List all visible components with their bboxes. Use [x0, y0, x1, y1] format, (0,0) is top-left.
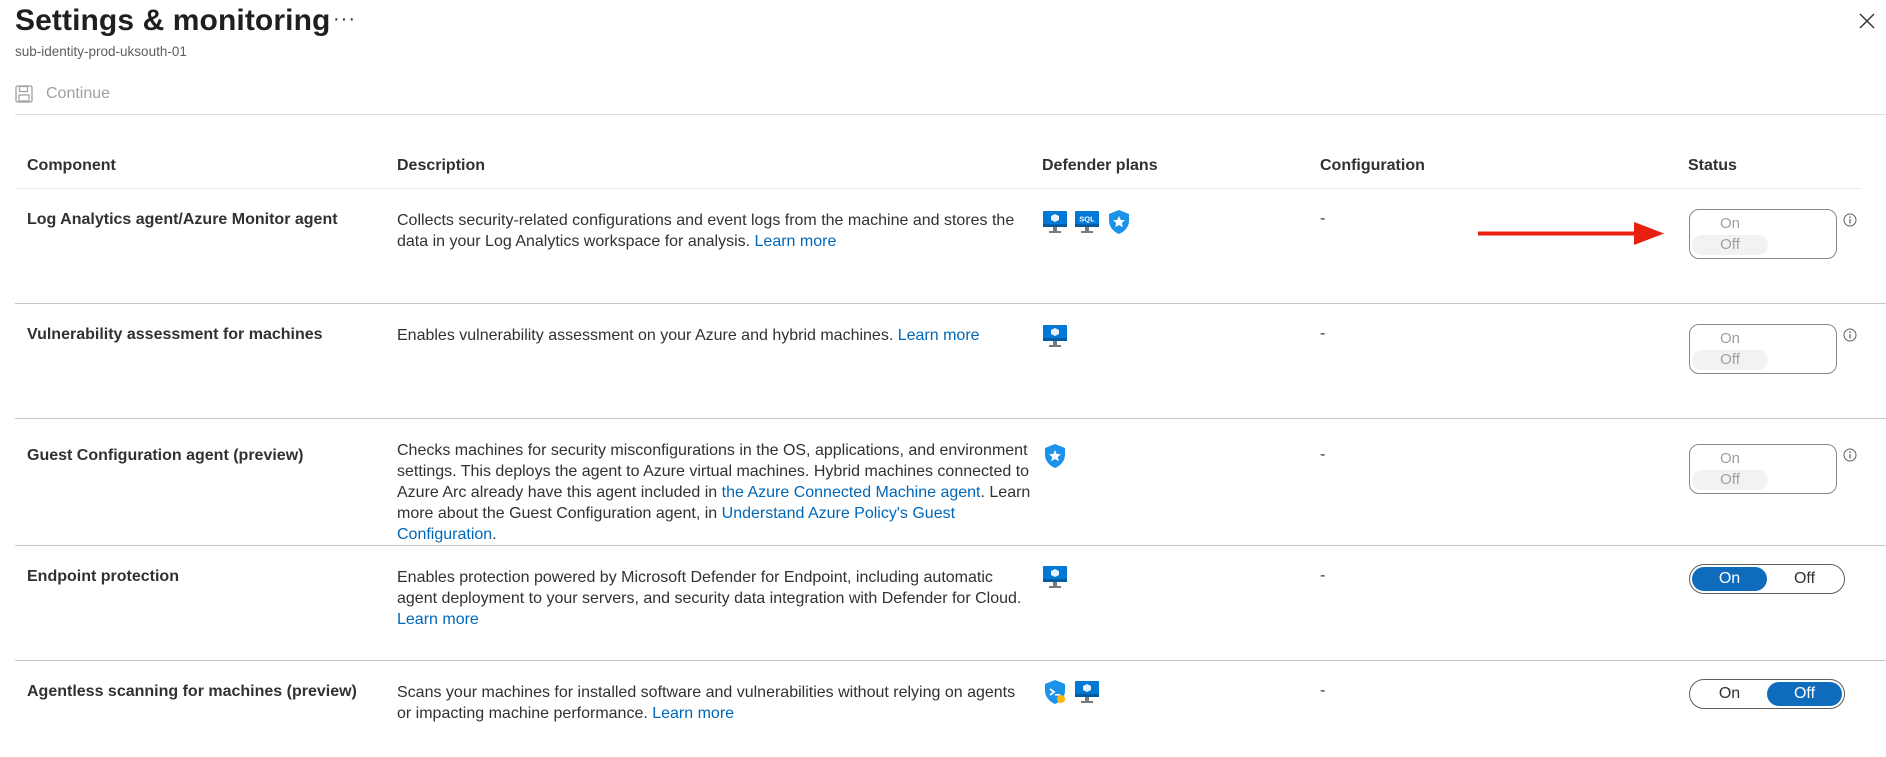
info-icon[interactable]: [1843, 448, 1857, 462]
toggle-on-option[interactable]: On: [1692, 682, 1767, 706]
toggle-off-option: Off: [1692, 470, 1768, 490]
component-description: Enables protection powered by Microsoft …: [397, 567, 1032, 630]
description-text: Enables protection powered by Microsoft …: [397, 569, 1022, 607]
status-toggle-disabled: On Off: [1689, 324, 1837, 374]
settings-monitoring-page: Settings & monitoring ··· sub-identity-p…: [0, 0, 1886, 757]
status-toggle[interactable]: On Off: [1689, 564, 1845, 594]
toolbar-divider: [15, 114, 1886, 115]
component-description: Enables vulnerability assessment on your…: [397, 325, 1032, 346]
configuration-value: -: [1320, 567, 1326, 584]
info-icon[interactable]: [1843, 328, 1857, 342]
component-description: Collects security-related configurations…: [397, 210, 1032, 252]
toggle-off-option[interactable]: Off: [1767, 567, 1842, 591]
description-text: Enables vulnerability assessment on your…: [397, 327, 894, 344]
continue-button[interactable]: Continue: [14, 80, 110, 108]
server-icon: [1075, 681, 1099, 703]
server-icon: [1043, 211, 1067, 233]
column-header-component: Component: [27, 157, 116, 174]
defender-plans: [1042, 564, 1068, 590]
component-description: Checks machines for security misconfigur…: [397, 440, 1032, 545]
component-name: Guest Configuration agent (preview): [27, 447, 304, 464]
row-divider: [15, 418, 1886, 419]
save-icon: [15, 85, 33, 103]
page-title: Settings & monitoring: [15, 4, 331, 37]
shield-star-icon: [1109, 210, 1129, 234]
close-icon[interactable]: [1858, 12, 1876, 30]
component-description: Scans your machines for installed softwa…: [397, 682, 1032, 724]
description-text: .: [492, 526, 497, 543]
defender-plans: [1042, 443, 1068, 469]
status-toggle-disabled: On Off: [1689, 444, 1837, 494]
header-divider: [15, 188, 1862, 189]
configuration-value: -: [1320, 210, 1326, 227]
info-icon[interactable]: [1843, 213, 1857, 227]
component-name: Log Analytics agent/Azure Monitor agent: [27, 211, 338, 228]
description-text: Collects security-related configurations…: [397, 212, 1015, 250]
row-divider: [15, 303, 1886, 304]
component-name: Agentless scanning for machines (preview…: [27, 683, 357, 700]
defender-plans: [1042, 323, 1068, 349]
toggle-on-option: On: [1719, 215, 1740, 232]
connected-machine-agent-link[interactable]: the Azure Connected Machine agent: [722, 484, 981, 501]
shield-cspm-icon: [1045, 680, 1065, 704]
server-icon: [1043, 566, 1067, 588]
toggle-on-option: On: [1719, 330, 1740, 347]
toggle-on-option[interactable]: On: [1692, 567, 1767, 591]
toggle-off-option[interactable]: Off: [1767, 682, 1842, 706]
more-options-button[interactable]: ···: [333, 8, 356, 31]
table-header: Component Description Defender plans Con…: [0, 157, 1886, 187]
column-header-defender-plans: Defender plans: [1042, 157, 1158, 174]
server-icon: [1043, 325, 1067, 347]
column-header-description: Description: [397, 157, 486, 174]
learn-more-link[interactable]: Learn more: [755, 233, 837, 250]
component-name: Endpoint protection: [27, 568, 179, 585]
column-header-configuration: Configuration: [1320, 157, 1425, 174]
defender-plans: SQL: [1042, 209, 1132, 235]
toggle-off-option: Off: [1692, 235, 1768, 255]
component-name: Vulnerability assessment for machines: [27, 326, 323, 343]
toggle-off-option: Off: [1692, 350, 1768, 370]
sql-server-icon: SQL: [1075, 211, 1099, 233]
subscription-name: sub-identity-prod-uksouth-01: [15, 44, 187, 59]
toggle-on-option: On: [1719, 450, 1740, 467]
continue-label: Continue: [46, 85, 111, 102]
column-header-status: Status: [1688, 157, 1737, 174]
defender-plans: [1042, 679, 1100, 705]
learn-more-link[interactable]: Learn more: [652, 705, 734, 722]
status-toggle[interactable]: On Off: [1689, 679, 1845, 709]
row-divider: [15, 660, 1886, 661]
configuration-value: -: [1320, 446, 1326, 463]
shield-star-icon: [1045, 444, 1065, 468]
annotation-arrow-icon: [1478, 222, 1664, 245]
configuration-value: -: [1320, 682, 1326, 699]
svg-text:SQL: SQL: [1079, 215, 1095, 224]
learn-more-link[interactable]: Learn more: [397, 611, 479, 628]
configuration-value: -: [1320, 325, 1326, 342]
status-toggle-disabled: On Off: [1689, 209, 1837, 259]
learn-more-link[interactable]: Learn more: [898, 327, 980, 344]
row-divider: [15, 545, 1886, 546]
